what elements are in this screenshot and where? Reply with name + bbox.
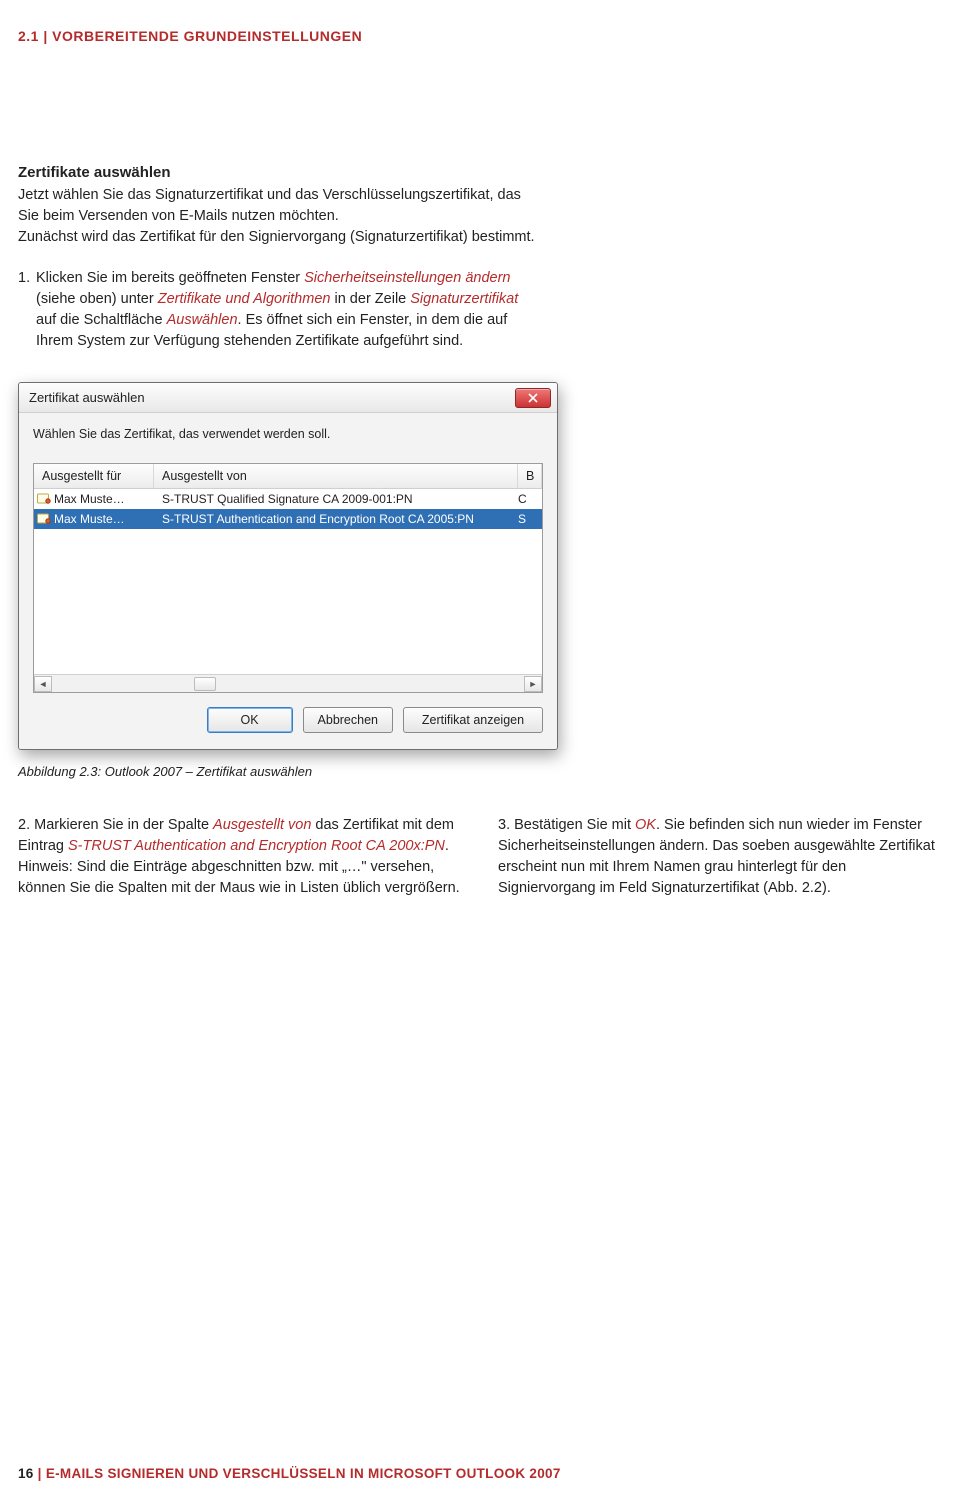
step3-r1: OK [635, 817, 656, 833]
step2-r2: S-TRUST Authentication and Encryption Ro… [68, 838, 445, 854]
scroll-right-arrow-icon[interactable]: ► [524, 676, 542, 692]
step1-t1: Klicken Sie im bereits geöffneten Fenste… [36, 270, 304, 286]
dialog-button-row: OK Abbrechen Zertifikat anzeigen [33, 707, 543, 733]
close-button[interactable] [515, 388, 551, 408]
page: 2.1 | VORBEREITENDE GRUNDEINSTELLUNGEN Z… [0, 0, 960, 1503]
step-1: 1. Klicken Sie im bereits geöffneten Fen… [18, 268, 538, 352]
step-2: 2. Markieren Sie in der Spalte Ausgestel… [18, 815, 462, 899]
ok-button[interactable]: OK [207, 707, 293, 733]
dialog-titlebar[interactable]: Zertifikat auswählen [19, 383, 557, 413]
view-certificate-button[interactable]: Zertifikat anzeigen [403, 707, 543, 733]
step-1-number: 1. [18, 268, 36, 352]
dialog-title: Zertifikat auswählen [29, 390, 515, 405]
cell-extra: S [518, 512, 542, 526]
dialog-prompt: Wählen Sie das Zertifikat, das verwendet… [33, 427, 543, 441]
step1-r3: Signaturzertifikat [410, 291, 518, 307]
dialog-body: Wählen Sie das Zertifikat, das verwendet… [19, 413, 557, 749]
step1-t3: in der Zeile [330, 291, 410, 307]
step-3-number: 3. [498, 817, 510, 833]
figure-caption: Abbildung 2.3: Outlook 2007 – Zertifikat… [18, 764, 942, 779]
step3-t1: Bestätigen Sie mit [510, 817, 635, 833]
step-3: 3. Bestätigen Sie mit OK. Sie befinden s… [498, 815, 942, 899]
list-header[interactable]: Ausgestellt für Ausgestellt von B [34, 464, 542, 489]
step1-r4: Auswählen [167, 312, 238, 328]
list-item[interactable]: Max Muste… S-TRUST Qualified Signature C… [34, 489, 542, 509]
certificate-listbox[interactable]: Ausgestellt für Ausgestellt von B Max Mu… [33, 463, 543, 693]
dialog-screenshot: Zertifikat auswählen Wählen Sie das Zert… [18, 382, 558, 750]
step2-t1: Markieren Sie in der Spalte [30, 817, 213, 833]
scroll-left-arrow-icon[interactable]: ◄ [34, 676, 52, 692]
two-column-steps: 2. Markieren Sie in der Spalte Ausgestel… [18, 815, 942, 899]
section-title: Zertifikate auswählen [18, 164, 942, 181]
column-extra[interactable]: B [518, 464, 542, 488]
cell-issued-for: Max Muste… [54, 512, 154, 526]
column-issued-by[interactable]: Ausgestellt von [154, 464, 518, 488]
certificate-icon [34, 513, 54, 525]
cell-issued-for: Max Muste… [54, 492, 154, 506]
scroll-track[interactable] [52, 676, 524, 692]
dialog-window: Zertifikat auswählen Wählen Sie das Zert… [18, 382, 558, 750]
step1-r2: Zertifikate und Algorithmen [158, 291, 331, 307]
intro-paragraph: Jetzt wählen Sie das Signaturzertifikat … [18, 185, 538, 248]
page-footer: 16 | E-MAILS SIGNIEREN UND VERSCHLÜSSELN… [18, 1466, 561, 1481]
step1-t4: auf die Schaltfläche [36, 312, 167, 328]
step2-r1: Ausgestellt von [213, 817, 311, 833]
page-number: 16 [18, 1466, 34, 1481]
step-1-body: Klicken Sie im bereits geöffneten Fenste… [36, 268, 538, 352]
footer-title: E-MAILS SIGNIEREN UND VERSCHLÜSSELN IN M… [46, 1466, 561, 1481]
running-head: 2.1 | VORBEREITENDE GRUNDEINSTELLUNGEN [18, 28, 942, 44]
cell-issued-by: S-TRUST Authentication and Encryption Ro… [154, 512, 518, 526]
column-issued-for[interactable]: Ausgestellt für [34, 464, 154, 488]
scroll-thumb[interactable] [194, 677, 216, 691]
footer-sep: | [34, 1466, 46, 1481]
cell-issued-by: S-TRUST Qualified Signature CA 2009-001:… [154, 492, 518, 506]
list-rows: Max Muste… S-TRUST Qualified Signature C… [34, 489, 542, 674]
close-icon [528, 393, 538, 403]
horizontal-scrollbar[interactable]: ◄ ► [34, 674, 542, 692]
step-2-number: 2. [18, 817, 30, 833]
cancel-button[interactable]: Abbrechen [303, 707, 393, 733]
step1-r1: Sicherheitseinstellungen ändern [304, 270, 510, 286]
certificate-icon [34, 493, 54, 505]
step1-t2: (siehe oben) unter [36, 291, 158, 307]
list-item[interactable]: Max Muste… S-TRUST Authentication and En… [34, 509, 542, 529]
cell-extra: C [518, 492, 542, 506]
